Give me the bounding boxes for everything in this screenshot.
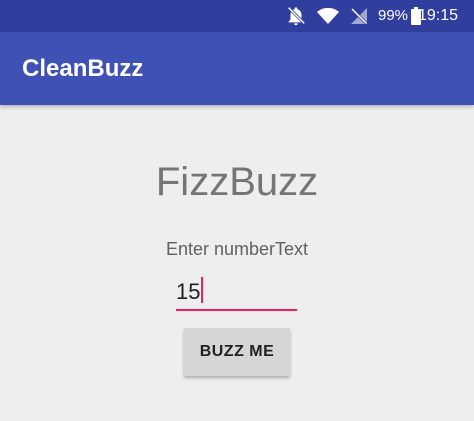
status-bar: 99% 19:15	[0, 0, 474, 32]
text-cursor	[201, 277, 203, 303]
notifications-off-icon	[285, 0, 307, 32]
battery-percent: 99%	[378, 7, 409, 24]
number-prompt-label: Enter numberText	[165, 239, 309, 259]
cellular-signal-icon	[349, 0, 369, 32]
app-bar: CleanBuzz	[0, 32, 474, 105]
number-input[interactable]	[176, 275, 297, 311]
clock: 19:15	[418, 7, 459, 24]
wifi-icon	[316, 0, 340, 32]
buzz-me-button[interactable]: BUZZ ME	[184, 328, 290, 376]
page-title: FizzBuzz	[155, 160, 319, 204]
app-title: CleanBuzz	[22, 55, 144, 82]
